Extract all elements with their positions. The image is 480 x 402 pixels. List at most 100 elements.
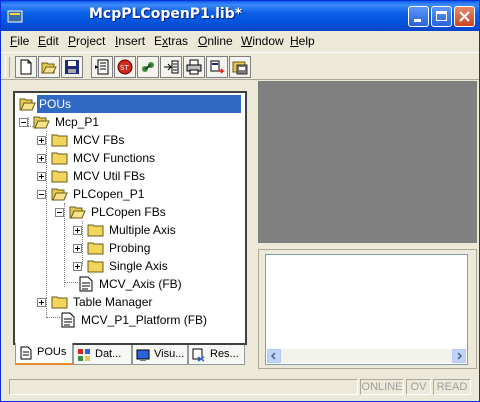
- project-button[interactable]: [229, 56, 251, 78]
- status-message-pane: [9, 379, 358, 395]
- message-pane: [258, 249, 477, 369]
- tree-item-label: MCV_Axis (FB): [99, 277, 182, 291]
- tree-line: [64, 203, 65, 287]
- expand-icon[interactable]: [37, 136, 46, 145]
- tree-line: [28, 117, 29, 126]
- compile-button[interactable]: [91, 56, 113, 78]
- expand-icon[interactable]: [73, 244, 82, 253]
- tab-visualizations[interactable]: Visu...: [132, 345, 188, 365]
- logout-icon: [164, 60, 179, 74]
- tree-item-label: MCV FBs: [73, 133, 125, 147]
- title-bar[interactable]: McpPLCopenP1.lib*: [1, 1, 479, 31]
- expand-icon[interactable]: [73, 226, 82, 235]
- expand-icon[interactable]: [37, 298, 46, 307]
- tree-item-label: PLCopen_P1: [73, 187, 145, 201]
- object-organizer: POUs Mcp_P1 MCV FBs MCV Functions MCV Ut…: [5, 83, 254, 369]
- menu-extras[interactable]: Extras: [154, 34, 188, 48]
- tab-resources[interactable]: Res...: [188, 345, 245, 365]
- menu-help[interactable]: Help: [290, 34, 315, 48]
- menu-file[interactable]: File: [10, 34, 29, 48]
- login-button[interactable]: [137, 56, 159, 78]
- tree-item-label: Probing: [109, 241, 151, 255]
- step-button[interactable]: [206, 56, 228, 78]
- tree-item-label: MCV Util FBs: [73, 169, 145, 183]
- open-button[interactable]: [38, 56, 60, 78]
- print-icon: [186, 59, 202, 75]
- close-button[interactable]: [454, 6, 475, 27]
- folder-open-icon: [51, 188, 68, 201]
- login-icon: [142, 62, 154, 72]
- compile-icon: [95, 59, 109, 75]
- tab-label: Visu...: [154, 348, 185, 360]
- resources-icon: [192, 348, 205, 362]
- folder-open-icon: [19, 98, 36, 111]
- document-icon: [79, 276, 93, 292]
- folder-icon: [87, 242, 104, 255]
- tab-data-types[interactable]: Dat...: [73, 345, 132, 365]
- organizer-tabs: POUs Dat... Visu... Res...: [13, 343, 247, 367]
- folder-icon: [51, 134, 68, 147]
- editor-area[interactable]: [258, 81, 477, 243]
- save-icon: [65, 60, 79, 74]
- expand-icon[interactable]: [73, 262, 82, 271]
- tab-label: Dat...: [95, 348, 122, 360]
- tree-line: [64, 282, 78, 283]
- svg-text:ST: ST: [120, 64, 129, 72]
- collapse-icon[interactable]: [19, 118, 28, 127]
- minimize-button[interactable]: [408, 6, 429, 27]
- status-ov: OV: [406, 379, 431, 395]
- scroll-left-button[interactable]: [267, 349, 281, 363]
- collapse-icon[interactable]: [55, 208, 64, 217]
- logout-button[interactable]: [160, 56, 182, 78]
- arrow-left-icon: [270, 352, 276, 360]
- maximize-button[interactable]: [431, 6, 452, 27]
- save-button[interactable]: [61, 56, 83, 78]
- tree-line: [82, 221, 83, 266]
- app-icon: [7, 10, 23, 23]
- menu-online[interactable]: Online: [198, 34, 233, 48]
- folder-icon: [87, 260, 104, 273]
- stop-button[interactable]: ST: [114, 56, 136, 78]
- menu-insert[interactable]: Insert: [115, 34, 145, 48]
- status-bar: ONLINE OV READ: [1, 375, 479, 401]
- menu-window[interactable]: Window: [241, 34, 284, 48]
- tree-item-label: PLCopen FBs: [91, 205, 166, 219]
- horizontal-scrollbar[interactable]: [267, 349, 466, 363]
- tree-line: [46, 298, 47, 317]
- toolbar-grip[interactable]: [5, 57, 10, 77]
- toolbar: ST: [1, 52, 479, 80]
- tab-pous[interactable]: POUs: [15, 343, 73, 365]
- open-icon: [41, 62, 57, 74]
- tree-item-label: MCV Functions: [73, 151, 156, 165]
- folder-open-icon: [69, 206, 86, 219]
- new-button[interactable]: [15, 56, 37, 78]
- expand-icon[interactable]: [37, 154, 46, 163]
- menu-edit[interactable]: Edit: [38, 34, 59, 48]
- folder-open-icon: [33, 116, 50, 129]
- collapse-icon[interactable]: [37, 190, 46, 199]
- window-title: McpPLCopenP1.lib*: [89, 6, 243, 22]
- tree-line: [46, 317, 60, 318]
- data-types-icon: [78, 349, 90, 361]
- message-window[interactable]: [265, 254, 468, 365]
- scroll-right-button[interactable]: [452, 349, 466, 363]
- tree-item-label: POUs: [37, 95, 241, 113]
- visualization-icon: [136, 349, 150, 361]
- expand-icon[interactable]: [37, 172, 46, 181]
- tab-label: POUs: [37, 346, 67, 358]
- pou-tree[interactable]: POUs Mcp_P1 MCV FBs MCV Functions MCV Ut…: [13, 91, 247, 345]
- folder-icon: [51, 296, 68, 309]
- tree-item-label: Mcp_P1: [55, 115, 100, 129]
- folder-icon: [87, 224, 104, 237]
- folder-icon: [51, 170, 68, 183]
- status-read: READ: [433, 379, 471, 395]
- menu-project[interactable]: Project: [68, 34, 105, 48]
- menu-bar: File Edit Project Insert Extras Online W…: [1, 31, 479, 51]
- new-icon: [20, 59, 32, 75]
- tree-item-label: Single Axis: [109, 259, 168, 273]
- print-button[interactable]: [183, 56, 205, 78]
- stop-icon: ST: [117, 59, 133, 75]
- status-online: ONLINE: [360, 379, 404, 395]
- step-icon: [210, 60, 225, 74]
- folder-icon: [51, 152, 68, 165]
